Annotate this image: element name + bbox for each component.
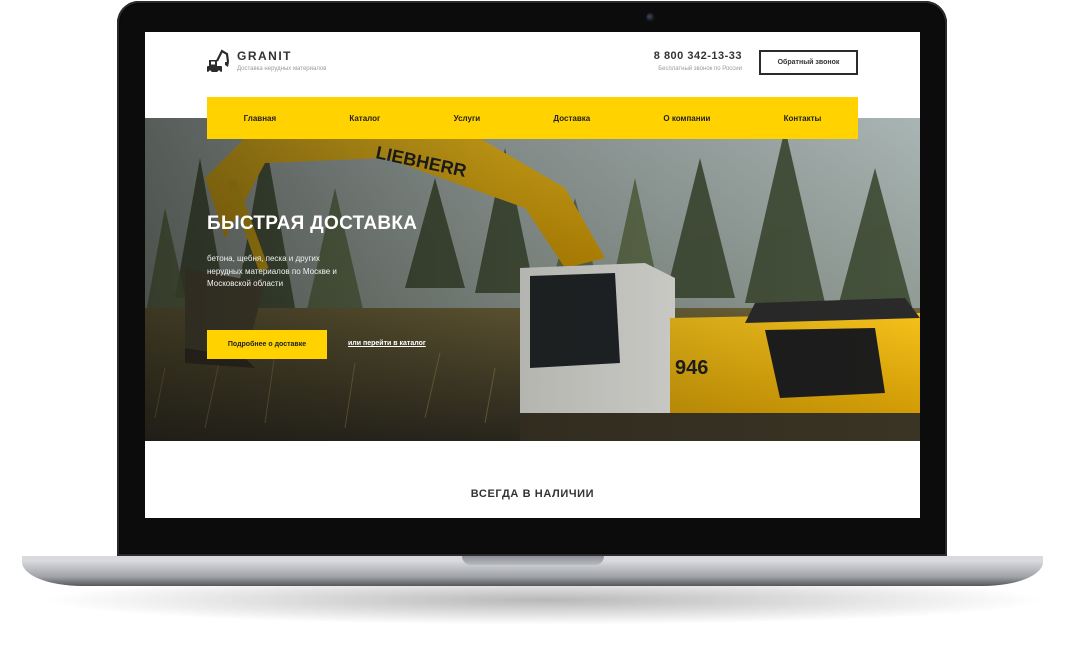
phone-note: Бесплатный звонок по России (658, 66, 742, 72)
callback-button[interactable]: Обратный звонок (759, 50, 858, 75)
section-title-in-stock: ВСЕГДА В НАЛИЧИИ (470, 488, 595, 500)
brand-tagline: Доставка нерудных материалов (237, 66, 327, 72)
hero-title: БЫСТРАЯ ДОСТАВКА (207, 213, 418, 234)
nav-item-services[interactable]: Услуги (454, 114, 481, 123)
hero-subtitle: бетона, щебня, песка и других нерудных м… (207, 254, 337, 288)
phone-number[interactable]: 8 800 342-13-33 (654, 50, 742, 62)
nav-item-delivery[interactable]: Доставка (553, 114, 590, 123)
brand-name: GRANIT (237, 49, 292, 63)
nav-item-contacts[interactable]: Контакты (784, 114, 822, 123)
laptop-notch (462, 556, 604, 565)
hero-banner: LIEBHERR 946 БЫСТРАЯ ДОСТАВКА бетона, ще… (145, 118, 920, 441)
camera-icon (646, 13, 655, 22)
catalog-link[interactable]: или перейти в каталог (348, 340, 426, 347)
delivery-details-button[interactable]: Подробнее о доставке (207, 330, 327, 359)
nav-item-about[interactable]: О компании (663, 114, 710, 123)
nav-item-catalog[interactable]: Каталог (349, 114, 380, 123)
main-nav: Главная Каталог Услуги Доставка О компан… (207, 97, 858, 139)
excavator-logo-icon (207, 49, 229, 74)
nav-item-home[interactable]: Главная (244, 114, 277, 123)
website-screen: GRANIT Доставка нерудных материалов 8 80… (145, 32, 920, 518)
